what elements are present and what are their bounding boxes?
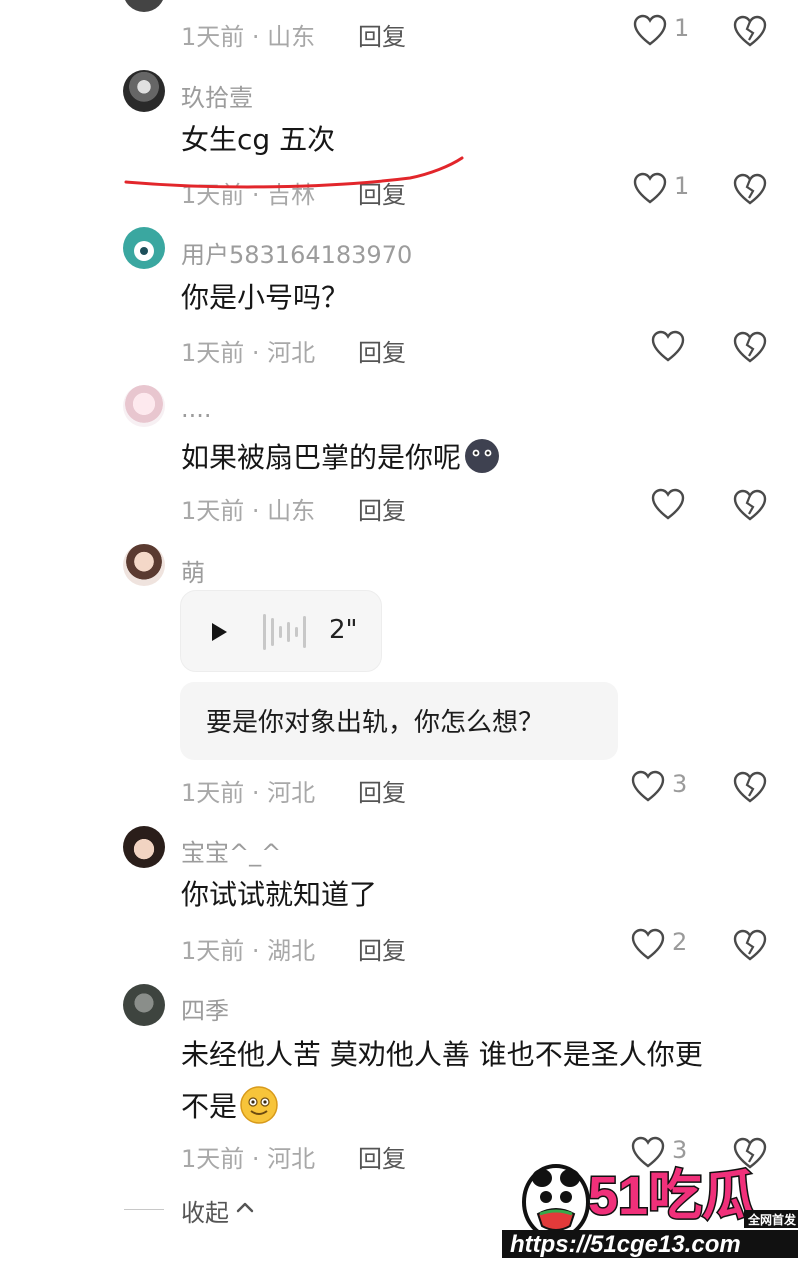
emoji-smile-icon — [240, 1086, 278, 1124]
reply-button[interactable]: 回复 — [358, 491, 406, 526]
comment-username[interactable]: .... — [181, 395, 212, 423]
red-strikethrough-mark — [124, 156, 464, 189]
voice-duration: 2" — [329, 615, 358, 645]
comment-time: 1天前 — [181, 1145, 245, 1173]
quoted-text-box: 要是你对象出轨，你怎么想？ — [180, 682, 618, 760]
broken-heart-icon[interactable] — [732, 329, 768, 365]
reply-button[interactable]: 回复 — [358, 931, 406, 966]
comment-time: 1天前 — [181, 779, 245, 807]
play-icon[interactable] — [209, 622, 229, 642]
comment-text: 你是小号吗？ — [181, 281, 350, 314]
waveform-icon — [263, 614, 306, 650]
comment-location: 河北 — [267, 779, 316, 807]
heart-icon — [651, 488, 685, 520]
comment-meta: 1天前 · 山东 — [181, 497, 316, 525]
watermark-brand: 51吃瓜 — [588, 1166, 756, 1226]
avatar[interactable] — [123, 984, 165, 1026]
comment-time: 1天前 — [181, 497, 245, 525]
broken-heart-icon[interactable] — [732, 927, 768, 963]
comment-meta: 1天前 · 河北 — [181, 339, 316, 367]
like-count: 3 — [672, 770, 688, 798]
avatar[interactable] — [123, 826, 165, 868]
avatar[interactable] — [123, 227, 165, 269]
watermark-graphic: 51吃瓜 全网首发 https://51cge13.com — [502, 1164, 798, 1258]
heart-icon — [631, 770, 665, 802]
like-button[interactable]: 2 — [630, 927, 710, 963]
quoted-text: 要是你对象出轨，你怎么想？ — [206, 708, 545, 738]
comment-location: 湖北 — [267, 937, 316, 965]
comment-text-line-1: 未经他人苦 莫劝他人善 谁也不是圣人你更 — [181, 1038, 703, 1071]
heart-icon — [631, 928, 665, 960]
broken-heart-icon[interactable] — [732, 769, 768, 805]
reply-button[interactable]: 回复 — [358, 333, 406, 368]
chevron-up-icon — [236, 1202, 254, 1213]
comment-meta: 1天前 · 河北 — [181, 779, 316, 807]
comment-text-line-2: 不是 — [181, 1085, 279, 1127]
comment-username[interactable]: 萌 — [181, 553, 205, 588]
comment-username[interactable]: 宝宝^_^ — [181, 833, 281, 868]
voice-message[interactable]: 2" — [180, 590, 382, 672]
comment-meta: 1天前 · 湖北 — [181, 937, 316, 965]
comment-time: 1天前 — [181, 937, 245, 965]
comment-location: 山东 — [267, 497, 316, 525]
comment-time: 1天前 — [181, 339, 245, 367]
comment-text: 如果被扇巴掌的是你呢 — [181, 437, 501, 478]
avatar-robot-icon — [134, 241, 154, 261]
avatar[interactable] — [123, 544, 165, 586]
comment-text: 你试试就知道了 — [181, 878, 378, 911]
comment-username[interactable]: 四季 — [181, 991, 229, 1026]
panda-mascot-icon — [522, 1164, 590, 1240]
divider — [124, 1209, 164, 1210]
heart-icon — [651, 330, 685, 362]
like-button[interactable] — [650, 329, 730, 365]
reply-button[interactable]: 回复 — [358, 773, 406, 808]
watermark-url: https://51cge13.com — [510, 1231, 741, 1258]
watermark: 51吃瓜 全网首发 https://51cge13.com — [500, 1142, 800, 1261]
broken-heart-icon[interactable] — [732, 487, 768, 523]
comment-location: 河北 — [267, 339, 316, 367]
comment-username[interactable]: 用户583164183970 — [181, 235, 412, 270]
comment-meta: 1天前 · 河北 — [181, 1145, 316, 1173]
watermark-tag: 全网首发 — [747, 1212, 797, 1227]
avatar[interactable] — [123, 385, 165, 427]
emoji-dark-face-icon — [465, 439, 500, 473]
like-button[interactable]: 3 — [630, 769, 710, 805]
like-button[interactable] — [650, 487, 730, 523]
reply-button[interactable]: 回复 — [358, 1139, 406, 1174]
like-count: 2 — [672, 928, 688, 956]
comment-location: 河北 — [267, 1145, 316, 1173]
collapse-label: 收起 — [181, 1199, 229, 1227]
